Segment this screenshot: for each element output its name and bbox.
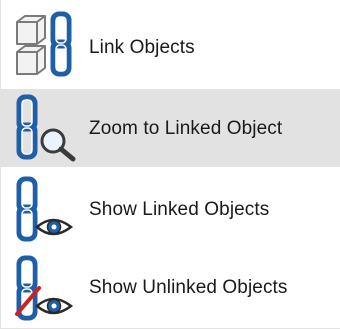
menu-item-label: Zoom to Linked Object xyxy=(89,118,283,139)
zoom-linked-object-icon xyxy=(16,94,76,162)
show-unlinked-objects-icon xyxy=(15,255,74,321)
menu-item-link-objects[interactable]: Link Objects xyxy=(1,6,340,84)
menu-item-show-linked-objects[interactable]: Show Linked Objects xyxy=(1,170,340,250)
menu-item-show-unlinked-objects[interactable]: Show Unlinked Objects xyxy=(1,250,340,328)
show-linked-objects-icon xyxy=(16,176,74,242)
menu-item-label: Link Objects xyxy=(89,37,195,58)
link-objects-icon xyxy=(16,11,72,77)
menu-item-label: Show Unlinked Objects xyxy=(89,277,288,298)
menu-item-zoom-to-linked-object[interactable]: Zoom to Linked Object xyxy=(1,89,340,167)
menu-item-label: Show Linked Objects xyxy=(89,199,270,220)
context-menu: Link Objects Zoom to Linked Object Show … xyxy=(0,0,340,329)
